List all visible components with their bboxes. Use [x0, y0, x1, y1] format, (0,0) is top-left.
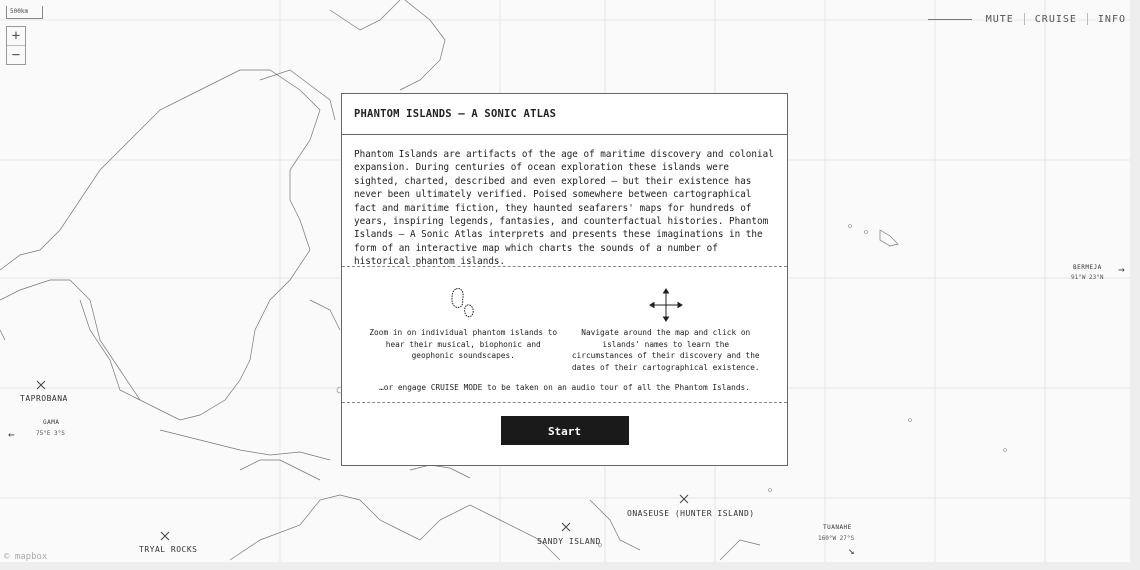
- island-marker-icon[interactable]: [36, 380, 46, 390]
- zoom-out-button[interactable]: −: [7, 45, 25, 64]
- dialog-intro-text: Phantom Islands are artifacts of the age…: [342, 135, 787, 267]
- offscreen-arrow-icon[interactable]: ↘: [848, 544, 855, 557]
- island-label-sandy-island[interactable]: SANDY ISLAND: [537, 537, 601, 546]
- island-label-bermeja[interactable]: BERMEJA: [1073, 264, 1102, 271]
- island-label-taprobana[interactable]: TAPROBANA: [20, 394, 68, 403]
- islands-icon: [368, 285, 559, 325]
- scale-bar: 500km: [6, 6, 43, 19]
- island-label-gama[interactable]: GAMA: [43, 419, 59, 426]
- offscreen-arrow-icon[interactable]: ←: [8, 428, 15, 441]
- intro-dialog: PHANTOM ISLANDS — A SONIC ATLAS Phantom …: [341, 93, 788, 466]
- island-coords-gama: 75°E 3°S: [36, 430, 65, 437]
- top-nav: MUTE CRUISE INFO: [927, 13, 1126, 25]
- island-label-onaseuse[interactable]: ONASEUSE (HUNTER ISLAND): [627, 509, 755, 518]
- mapbox-logo[interactable]: © mapbox: [4, 552, 47, 562]
- nav-divider: [1023, 13, 1025, 25]
- navigate-instruction-text: Navigate around the map and click on isl…: [571, 328, 760, 372]
- zoom-instruction-text: Zoom in on individual phantom islands to…: [369, 328, 558, 360]
- island-label-tuanahe[interactable]: TUANAHE: [823, 524, 852, 531]
- navigate-instruction: Navigate around the map and click on isl…: [565, 285, 768, 373]
- island-coords-tuanahe: 160°W 27°S: [818, 535, 855, 542]
- island-marker-icon[interactable]: [679, 494, 689, 504]
- volume-slider[interactable]: [927, 18, 972, 20]
- zoom-control: + −: [6, 26, 26, 65]
- mute-button[interactable]: MUTE: [986, 14, 1014, 25]
- cruise-instruction: …or engage CRUISE MODE to be taken on an…: [342, 373, 787, 403]
- zoom-instruction: Zoom in on individual phantom islands to…: [362, 285, 565, 373]
- island-marker-icon[interactable]: [561, 522, 571, 532]
- island-coords-bermeja: 91°W 23°N: [1071, 274, 1104, 281]
- island-marker-icon[interactable]: [160, 531, 170, 541]
- dialog-title: PHANTOM ISLANDS — A SONIC ATLAS: [342, 94, 787, 135]
- start-button[interactable]: Start: [500, 416, 629, 445]
- offscreen-arrow-icon[interactable]: →: [1118, 263, 1125, 276]
- move-icon: [571, 285, 762, 325]
- zoom-in-button[interactable]: +: [7, 27, 25, 45]
- info-button[interactable]: INFO: [1098, 14, 1126, 25]
- island-label-tryal-rocks[interactable]: TRYAL ROCKS: [139, 545, 197, 554]
- instructions: Zoom in on individual phantom islands to…: [342, 267, 787, 373]
- cruise-button[interactable]: CRUISE: [1035, 14, 1077, 25]
- nav-divider: [1086, 13, 1088, 25]
